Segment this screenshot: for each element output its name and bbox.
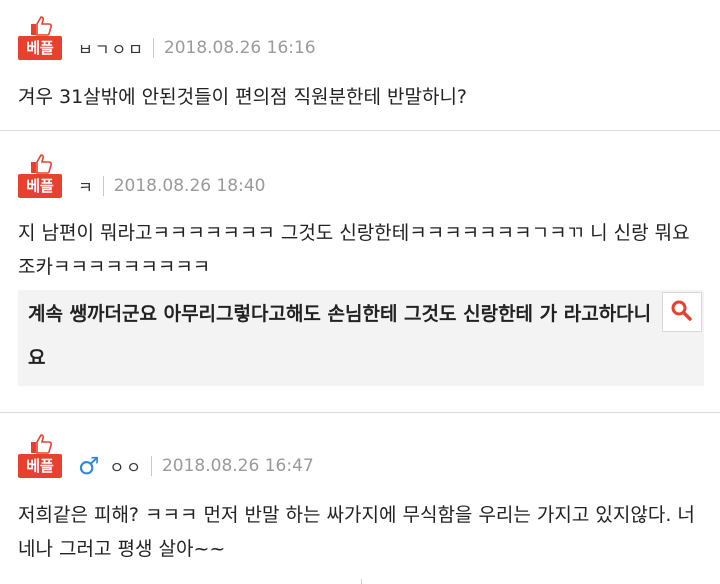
divider bbox=[150, 456, 152, 476]
divider bbox=[361, 579, 362, 584]
male-icon: ♂ bbox=[78, 452, 100, 480]
comment-3: 베플 ♂ ㅇㅇ 2018.08.26 16:47 저희같은 피해? ㅋㅋㅋ 먼저… bbox=[0, 412, 720, 584]
search-button[interactable] bbox=[662, 292, 702, 332]
thumbs-up-icon bbox=[31, 434, 52, 454]
comment-meta: ♂ ㅇㅇ 2018.08.26 16:47 bbox=[78, 454, 314, 478]
quoted-article-snippet: 계속 쌩까더군요 아무리그렇다고해도 손님한테 그것도 신랑한테 가 라고하다니… bbox=[18, 290, 704, 386]
timestamp: 2018.08.26 18:40 bbox=[113, 176, 266, 196]
thumbs-up-icon bbox=[31, 154, 52, 174]
timestamp: 2018.08.26 16:47 bbox=[161, 456, 314, 476]
best-badge: 베플 bbox=[18, 454, 62, 478]
nickname[interactable]: ㅇㅇ bbox=[110, 454, 143, 478]
comment-meta: ㅂㄱㅇㅁ 2018.08.26 16:16 bbox=[78, 36, 316, 60]
comment-meta: ㅋ 2018.08.26 18:40 bbox=[78, 174, 265, 198]
search-icon bbox=[671, 300, 692, 321]
comment-text: 저희같은 피해? ㅋㅋㅋ 먼저 반말 하는 싸가지에 무식함을 우리는 가지고 … bbox=[18, 504, 695, 560]
timestamp: 2018.08.26 16:16 bbox=[163, 38, 316, 58]
comment-text: 지 남편이 뭐라고ㅋㅋㅋㅋㅋㅋㅋ 그것도 신랑한테ㅋㅋㅋㅋㅋㅋㅋㄱㅋㄲ 니 신랑… bbox=[18, 222, 690, 278]
comment-text: 겨우 31살밖에 안된것들이 편의점 직원분한테 반말하니? bbox=[18, 86, 468, 108]
nickname[interactable]: ㅋ bbox=[78, 174, 95, 198]
divider bbox=[152, 38, 154, 58]
comment-2: 베플 ㅋ 2018.08.26 18:40 지 남편이 뭐라고ㅋㅋㅋㅋㅋㅋㅋ 그… bbox=[0, 130, 720, 412]
best-badge: 베플 bbox=[18, 36, 62, 60]
best-badge: 베플 bbox=[18, 174, 62, 198]
nickname[interactable]: ㅂㄱㅇㅁ bbox=[78, 36, 145, 60]
comment-1: 베플 ㅂㄱㅇㅁ 2018.08.26 16:16 겨우 31살밖에 안된것들이 … bbox=[0, 0, 720, 130]
quote-text: 계속 쌩까더군요 아무리그렇다고해도 손님한테 그것도 신랑한테 가 라고하다니… bbox=[28, 303, 652, 369]
thumbs-up-icon bbox=[31, 16, 52, 36]
divider bbox=[102, 176, 104, 196]
